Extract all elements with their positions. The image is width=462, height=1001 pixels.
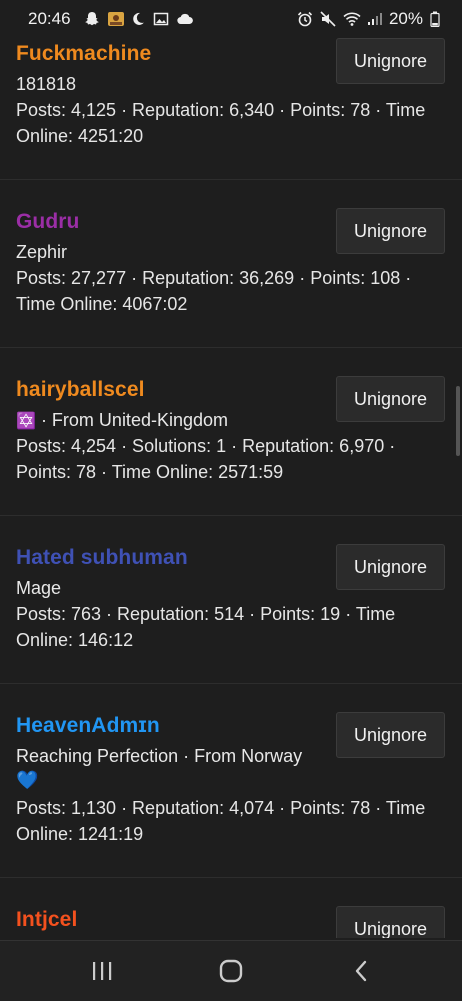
unignore-button[interactable]: Unignore (336, 906, 445, 938)
unignore-button[interactable]: Unignore (336, 712, 445, 758)
status-time: 20:46 (28, 9, 71, 28)
username-link[interactable]: Fuckmachine (16, 42, 151, 66)
username-link[interactable]: Intjcel (16, 908, 77, 932)
user-title-row: ✡️ · From United-Kingdom (16, 410, 228, 431)
home-icon[interactable] (211, 953, 251, 989)
unignore-button[interactable]: Unignore (336, 544, 445, 590)
user-stats: Posts: 1,130 · Reputation: 4,074 · Point… (16, 798, 426, 844)
user-stats: Posts: 4,125 · Reputation: 6,340 · Point… (16, 100, 426, 146)
username-link[interactable]: hairyballscel (16, 378, 145, 402)
signal-icon (366, 11, 382, 27)
user-title: Mage (16, 578, 62, 598)
moon-icon (130, 11, 146, 27)
username-link[interactable]: Hated subhuman (16, 546, 188, 570)
list-item: Intjcel Unignore (0, 878, 462, 938)
photo-app-icon (107, 11, 124, 27)
alarm-icon (297, 11, 313, 27)
unignore-button[interactable]: Unignore (336, 208, 445, 254)
ignored-members-list[interactable]: Fuckmachine 181818 Posts: 4,125 · Reputa… (0, 38, 462, 938)
user-stats: Posts: 4,254 · Solutions: 1 · Reputation… (16, 436, 396, 482)
user-title: Reaching Perfection · From Norway (16, 746, 303, 766)
android-navigation-bar (0, 940, 462, 1001)
unignore-button[interactable]: Unignore (336, 38, 445, 84)
battery-percentage: 20% (388, 9, 423, 28)
username-link[interactable]: Gudru (16, 210, 80, 234)
username-link[interactable]: HeavenAdmɪn (16, 714, 160, 738)
mute-icon (320, 11, 336, 27)
user-title: · From United-Kingdom (40, 410, 228, 430)
cloud-icon (176, 11, 193, 27)
list-item: hairyballscel ✡️ · From United-Kingdom P… (0, 348, 462, 516)
wifi-icon (343, 11, 361, 27)
battery-icon (430, 11, 446, 28)
back-icon[interactable] (341, 953, 381, 989)
recents-icon[interactable] (82, 953, 122, 989)
user-title: Zephir (16, 242, 68, 262)
scrollbar-thumb[interactable] (456, 386, 460, 456)
unignore-button[interactable]: Unignore (336, 376, 445, 422)
user-title: 181818 (16, 74, 77, 94)
status-bar: 20:46 20% (0, 0, 462, 38)
star-of-david-emoji: ✡️ (16, 413, 36, 430)
user-stats: Posts: 27,277 · Reputation: 36,269 · Poi… (16, 268, 412, 314)
list-item: HeavenAdmɪn Reaching Perfection · From N… (0, 684, 462, 878)
list-item: Fuckmachine 181818 Posts: 4,125 · Reputa… (0, 38, 462, 180)
snapchat-icon (84, 11, 100, 27)
list-item: Hated subhuman Mage Posts: 763 · Reputat… (0, 516, 462, 684)
blue-heart-emoji: 💙 (16, 770, 39, 790)
user-stats: Posts: 763 · Reputation: 514 · Points: 1… (16, 604, 396, 650)
list-item: Gudru Zephir Posts: 27,277 · Reputation:… (0, 180, 462, 348)
gallery-icon (153, 11, 169, 27)
